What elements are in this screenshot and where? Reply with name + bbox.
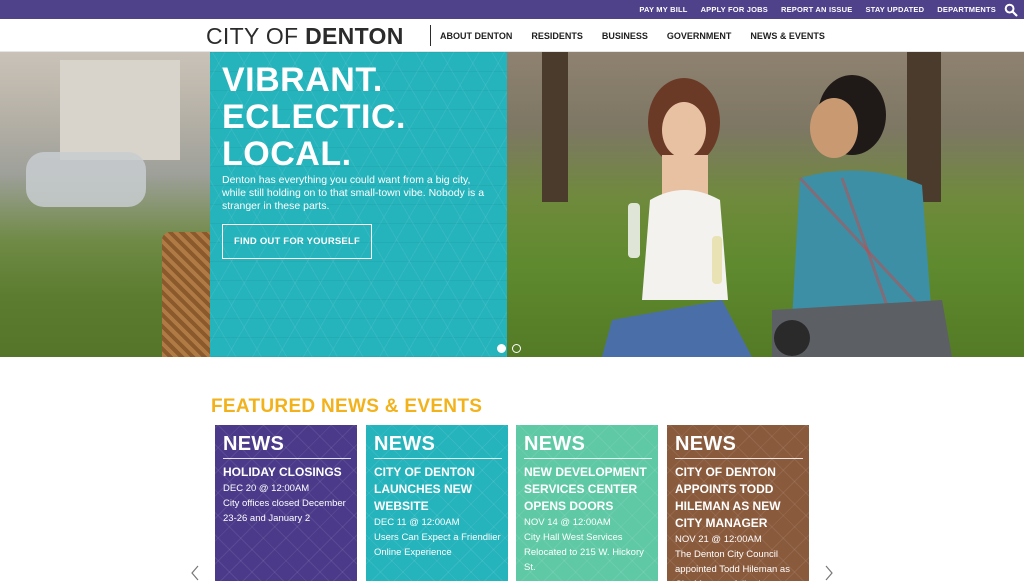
background-building: [60, 60, 180, 160]
card-title[interactable]: HOLIDAY CLOSINGS: [223, 464, 353, 481]
card-body: DEC 20 @ 12:00AM City offices closed Dec…: [223, 481, 353, 526]
utility-links: PAY MY BILL APPLY FOR JOBS REPORT AN ISS…: [626, 0, 996, 19]
card-title[interactable]: CITY OF DENTON APPOINTS TODD HILEMAN AS …: [675, 464, 805, 532]
card-divider: [675, 458, 803, 459]
news-card[interactable]: NEWS HOLIDAY CLOSINGS DEC 20 @ 12:00AM C…: [215, 425, 357, 581]
card-divider: [524, 458, 652, 459]
hero-background-street: [0, 52, 210, 357]
picnic-basket: [162, 232, 210, 357]
card-kicker: NEWS: [374, 433, 436, 455]
hero-headline: VIBRANT. ECLECTIC. LOCAL.: [222, 62, 502, 173]
nav-item-residents[interactable]: RESIDENTS: [531, 31, 583, 41]
card-date: DEC 11 @ 12:00AM: [374, 517, 460, 528]
card-summary: City offices closed December 23-26 and J…: [223, 498, 346, 524]
card-summary: Users Can Expect a Friendlier Online Exp…: [374, 532, 501, 558]
man-figure: [772, 75, 952, 357]
logo-text-bold: DENTON: [305, 23, 404, 49]
nav-item-about-denton[interactable]: ABOUT DENTON: [440, 31, 512, 41]
main-nav: ABOUT DENTON RESIDENTS BUSINESS GOVERNME…: [440, 19, 844, 52]
card-date: DEC 20 @ 12:00AM: [223, 483, 310, 494]
card-divider: [374, 458, 502, 459]
card-body: NOV 21 @ 12:00AM The Denton City Council…: [675, 532, 805, 581]
featured-section-title: FEATURED NEWS & EVENTS: [211, 396, 483, 417]
hero-carousel: VIBRANT. ECLECTIC. LOCAL. Denton has eve…: [0, 52, 1024, 357]
chevron-right-icon[interactable]: [824, 565, 834, 581]
card-kicker: NEWS: [223, 433, 285, 455]
card-summary: The Denton City Council appointed Todd H…: [675, 549, 790, 581]
site-header: CITY OF DENTON ABOUT DENTON RESIDENTS BU…: [0, 19, 1024, 52]
city-logo[interactable]: CITY OF DENTON: [206, 23, 404, 50]
hero-description: Denton has everything you could want fro…: [222, 174, 485, 212]
card-title[interactable]: CITY OF DENTON LAUNCHES NEW WEBSITE: [374, 464, 504, 515]
card-summary: City Hall West Services Relocated to 215…: [524, 532, 644, 573]
card-divider: [223, 458, 351, 459]
utility-bar: PAY MY BILL APPLY FOR JOBS REPORT AN ISS…: [0, 0, 1024, 19]
news-card[interactable]: NEWS CITY OF DENTON APPOINTS TODD HILEMA…: [667, 425, 809, 581]
card-date: NOV 21 @ 12:00AM: [675, 534, 762, 545]
card-body: DEC 11 @ 12:00AM Users Can Expect a Frie…: [374, 515, 504, 560]
hero-headline-line-1: VIBRANT.: [222, 61, 383, 99]
utility-link-departments[interactable]: DEPARTMENTS: [937, 5, 996, 14]
utility-link-pay-my-bill[interactable]: PAY MY BILL: [639, 5, 687, 14]
news-card[interactable]: NEWS NEW DEVELOPMENT SERVICES CENTER OPE…: [516, 425, 658, 581]
nav-item-news-events[interactable]: NEWS & EVENTS: [750, 31, 825, 41]
carousel-dot-1[interactable]: [497, 344, 506, 353]
logo-text-light: CITY OF: [206, 23, 306, 49]
nav-item-business[interactable]: BUSINESS: [602, 31, 648, 41]
hero-headline-line-2: ECLECTIC.: [222, 98, 406, 136]
news-card[interactable]: NEWS CITY OF DENTON LAUNCHES NEW WEBSITE…: [366, 425, 508, 581]
card-title[interactable]: NEW DEVELOPMENT SERVICES CENTER OPENS DO…: [524, 464, 654, 515]
hero-photo-couple: [507, 52, 1024, 357]
card-kicker: NEWS: [675, 433, 737, 455]
find-out-button[interactable]: FIND OUT FOR YOURSELF: [222, 224, 372, 259]
hero-headline-line-3: LOCAL.: [222, 135, 352, 173]
utility-link-stay-updated[interactable]: STAY UPDATED: [865, 5, 924, 14]
hero-text-panel: VIBRANT. ECLECTIC. LOCAL. Denton has eve…: [210, 52, 507, 357]
nav-item-government[interactable]: GOVERNMENT: [667, 31, 732, 41]
background-cars: [26, 152, 146, 207]
card-date: NOV 14 @ 12:00AM: [524, 517, 611, 528]
background-tree: [542, 52, 568, 202]
utility-link-report-an-issue[interactable]: REPORT AN ISSUE: [781, 5, 852, 14]
carousel-dots: [497, 344, 521, 353]
card-body: NOV 14 @ 12:00AM City Hall West Services…: [524, 515, 654, 575]
chevron-left-icon[interactable]: [190, 565, 200, 581]
card-kicker: NEWS: [524, 433, 586, 455]
carousel-dot-2[interactable]: [512, 344, 521, 353]
search-icon[interactable]: [1004, 3, 1018, 17]
utility-link-apply-for-jobs[interactable]: APPLY FOR JOBS: [701, 5, 768, 14]
woman-figure: [602, 78, 752, 357]
logo-divider: [430, 25, 431, 46]
